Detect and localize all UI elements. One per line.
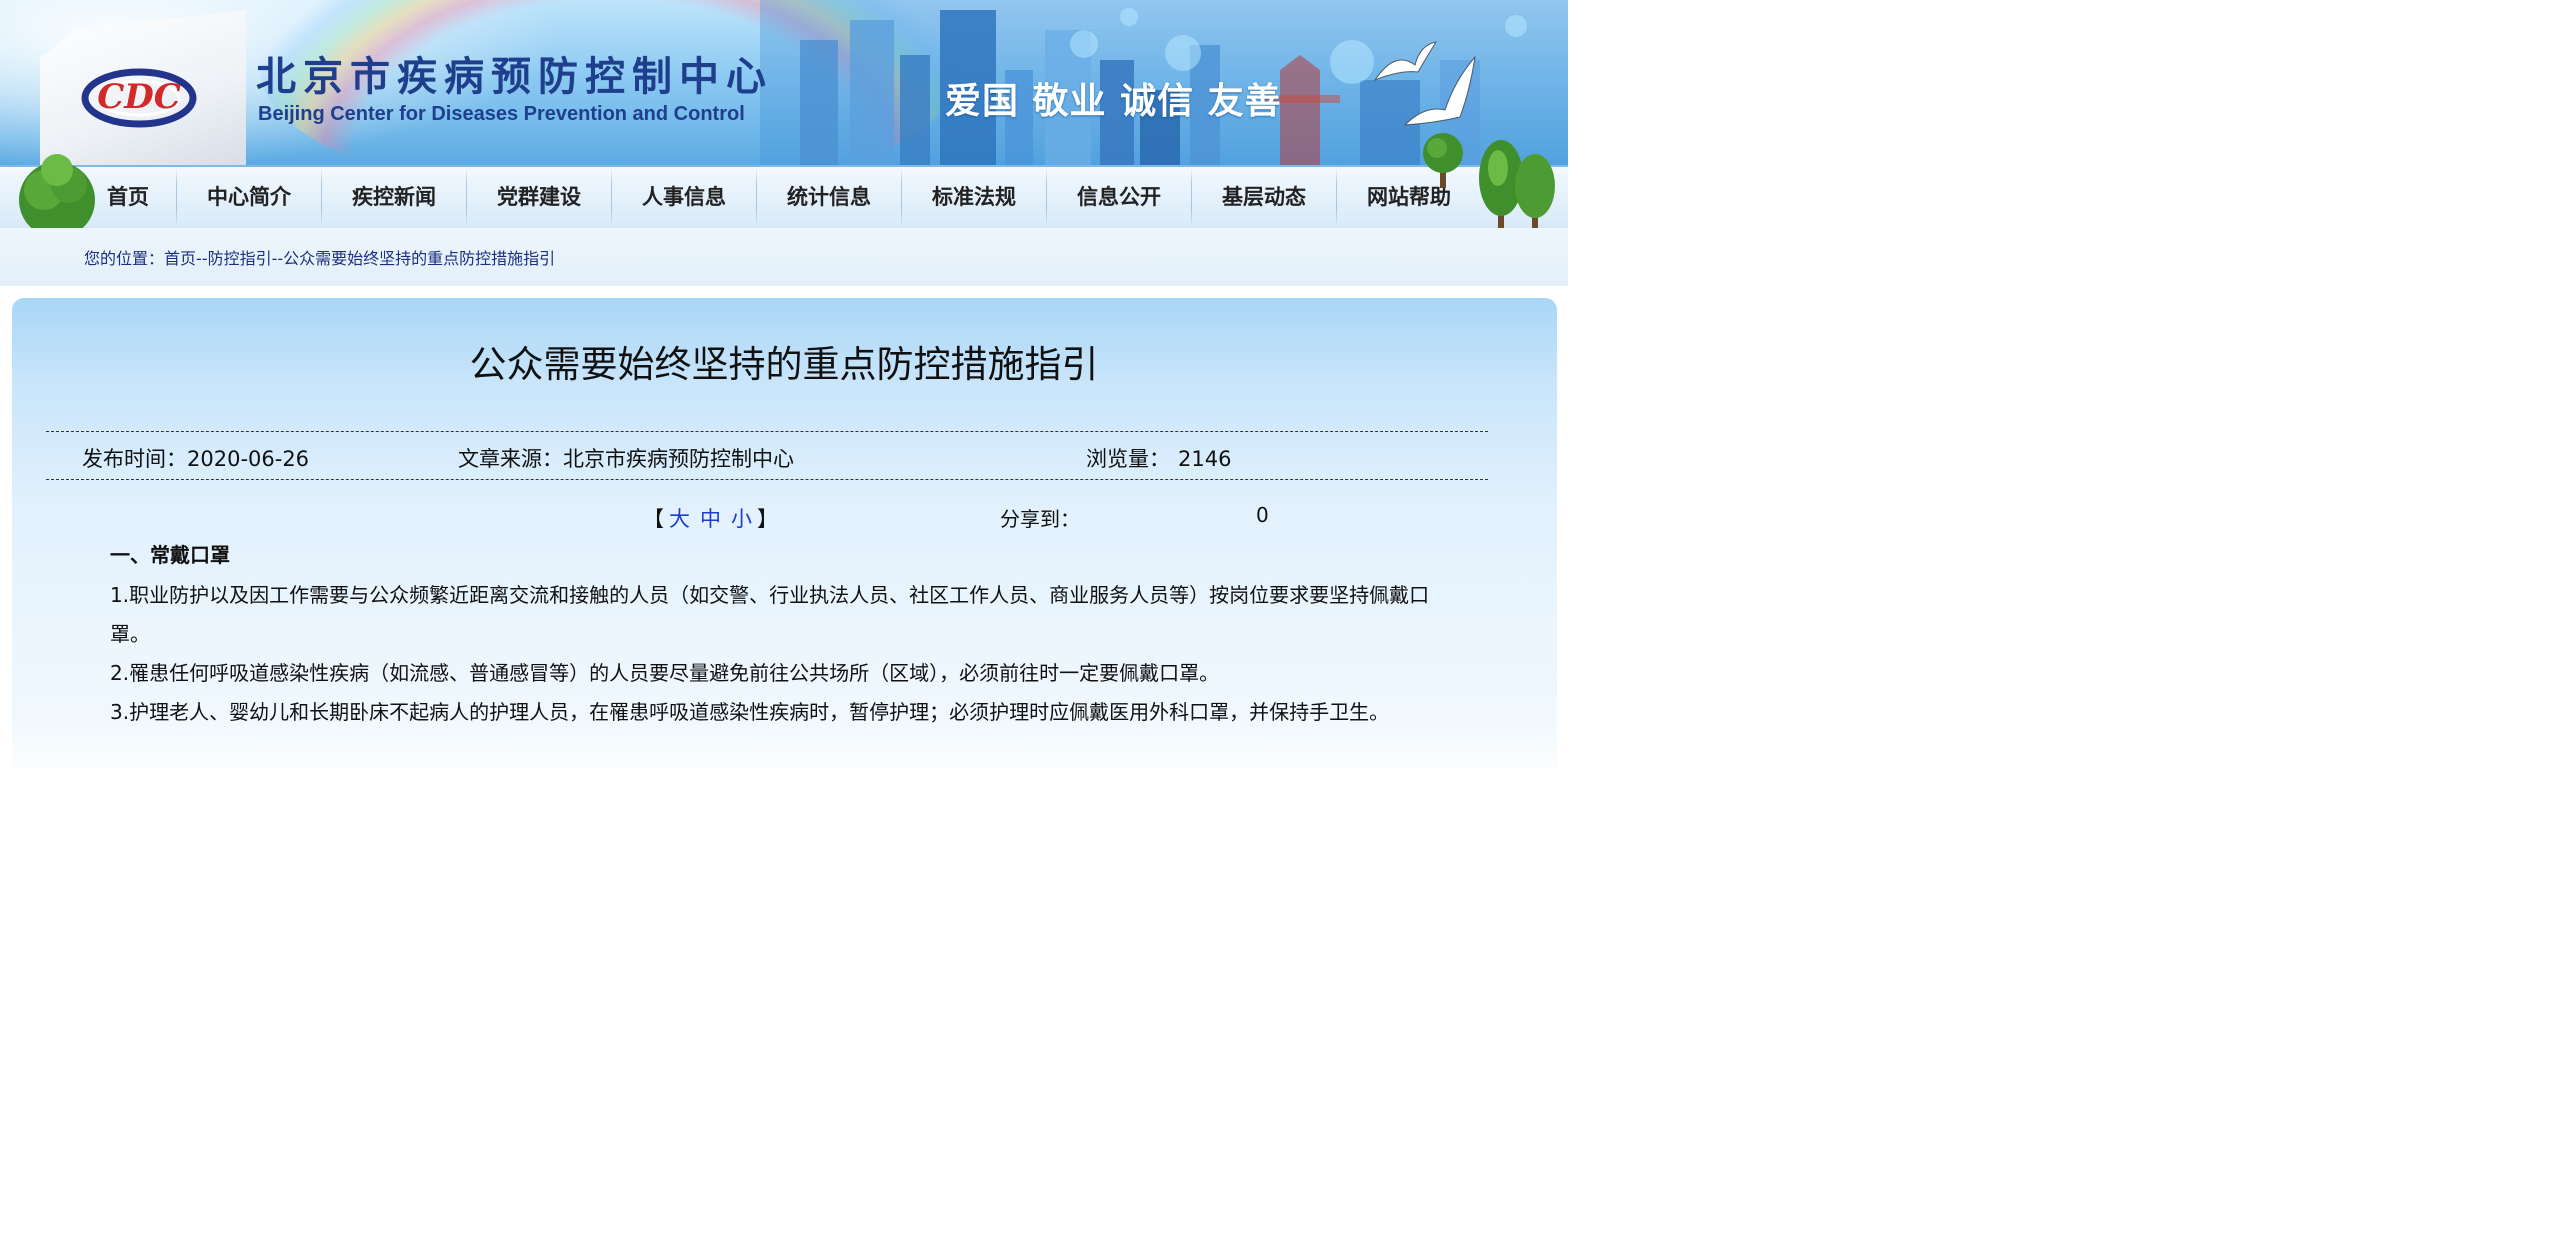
site-subtitle: Beijing Center for Diseases Prevention a…	[258, 103, 745, 125]
nav-item-personnel[interactable]: 人事信息	[612, 167, 756, 228]
article-paragraph: 1.职业防护以及因工作需要与公众频繁近距离交流和接触的人员（如交警、行业执法人员…	[110, 583, 1430, 646]
publish-date-info: 发布时间：2020-06-26	[82, 443, 309, 473]
seagull-icon	[1403, 55, 1476, 126]
site-title: 北京市疾病预防控制中心	[256, 53, 773, 100]
breadcrumb-separator: --	[271, 249, 284, 268]
article-title: 公众需要始终坚持的重点防控措施指引	[469, 343, 1099, 386]
article-content: 一、常戴口罩 1.职业防护以及因工作需要与公众频繁近距离交流和接触的人员（如交警…	[110, 540, 1455, 732]
main-nav: 首页 中心简介 疾控新闻 党群建设 人事信息 统计信息 标准法规 信息公开 基层…	[0, 165, 1568, 228]
breadcrumb-home-link[interactable]: 首页	[164, 249, 196, 268]
divider-line	[46, 431, 1488, 432]
article-paragraph: 2.罹患任何呼吸道感染性疾病（如流感、普通感冒等）的人员要尽量避免前往公共场所（…	[110, 661, 1220, 685]
nav-item-about[interactable]: 中心简介	[177, 167, 321, 228]
views-label: 浏览量：	[1086, 447, 1170, 471]
nav-item-news[interactable]: 疾控新闻	[322, 167, 466, 228]
slogan: 爱国 敬业 诚信 友善	[945, 81, 1282, 122]
section-heading: 一、常戴口罩	[110, 543, 230, 567]
views-count: 2146	[1178, 447, 1232, 471]
share-count: 0	[1256, 503, 1269, 527]
divider-line	[46, 479, 1488, 480]
nav-item-grassroots[interactable]: 基层动态	[1192, 167, 1336, 228]
header-banner: CDC 北京市疾病预防控制中心 Beijing Center for Disea…	[0, 0, 1568, 170]
bubble-decoration	[1505, 15, 1527, 37]
breadcrumb-current-link[interactable]: 公众需要始终坚持的重点防控措施指引	[283, 249, 555, 268]
breadcrumb-prefix: 您的位置：	[84, 249, 165, 268]
font-medium-link[interactable]: 中	[700, 507, 721, 531]
source-label: 文章来源：	[458, 447, 563, 471]
bracket-open: 【	[643, 507, 664, 531]
nav-item-standards[interactable]: 标准法规	[902, 167, 1046, 228]
source-value: 北京市疾病预防控制中心	[563, 447, 794, 471]
breadcrumb: 您的位置：首页--防控指引--公众需要始终坚持的重点防控措施指引	[84, 245, 555, 269]
nav-items: 首页 中心简介 疾控新闻 党群建设 人事信息 统计信息 标准法规 信息公开 基层…	[80, 167, 1481, 228]
nav-item-disclosure[interactable]: 信息公开	[1047, 167, 1191, 228]
breadcrumb-section-link[interactable]: 防控指引	[208, 249, 272, 268]
svg-text:CDC: CDC	[97, 77, 181, 117]
tree-icon	[1423, 133, 1463, 188]
bubble-decoration	[1070, 30, 1098, 58]
cdc-logo-icon[interactable]: CDC	[80, 62, 198, 132]
bubble-decoration	[1330, 40, 1374, 84]
breadcrumb-separator: --	[196, 249, 208, 268]
publish-date-value: 2020-06-26	[187, 447, 310, 471]
bracket-close: 】	[757, 507, 778, 531]
font-small-link[interactable]: 小	[731, 507, 752, 531]
nav-item-party[interactable]: 党群建设	[467, 167, 611, 228]
views-info: 浏览量： 2146	[1086, 443, 1231, 473]
source-info: 文章来源：北京市疾病预防控制中心	[458, 443, 794, 473]
font-size-control: 【大中小】	[643, 503, 778, 533]
nav-item-statistics[interactable]: 统计信息	[757, 167, 901, 228]
article-paragraph: 3.护理老人、婴幼儿和长期卧床不起病人的护理人员，在罹患呼吸道感染性疾病时，暂停…	[110, 700, 1390, 724]
breadcrumb-bar: 您的位置：首页--防控指引--公众需要始终坚持的重点防控措施指引	[0, 228, 1568, 286]
bubble-decoration	[1120, 8, 1138, 26]
share-label: 分享到：	[1000, 507, 1080, 531]
font-large-link[interactable]: 大	[669, 507, 690, 531]
publish-date-label: 发布时间：	[82, 447, 187, 471]
bubble-decoration	[1165, 35, 1201, 71]
tree-icon	[1479, 140, 1560, 243]
